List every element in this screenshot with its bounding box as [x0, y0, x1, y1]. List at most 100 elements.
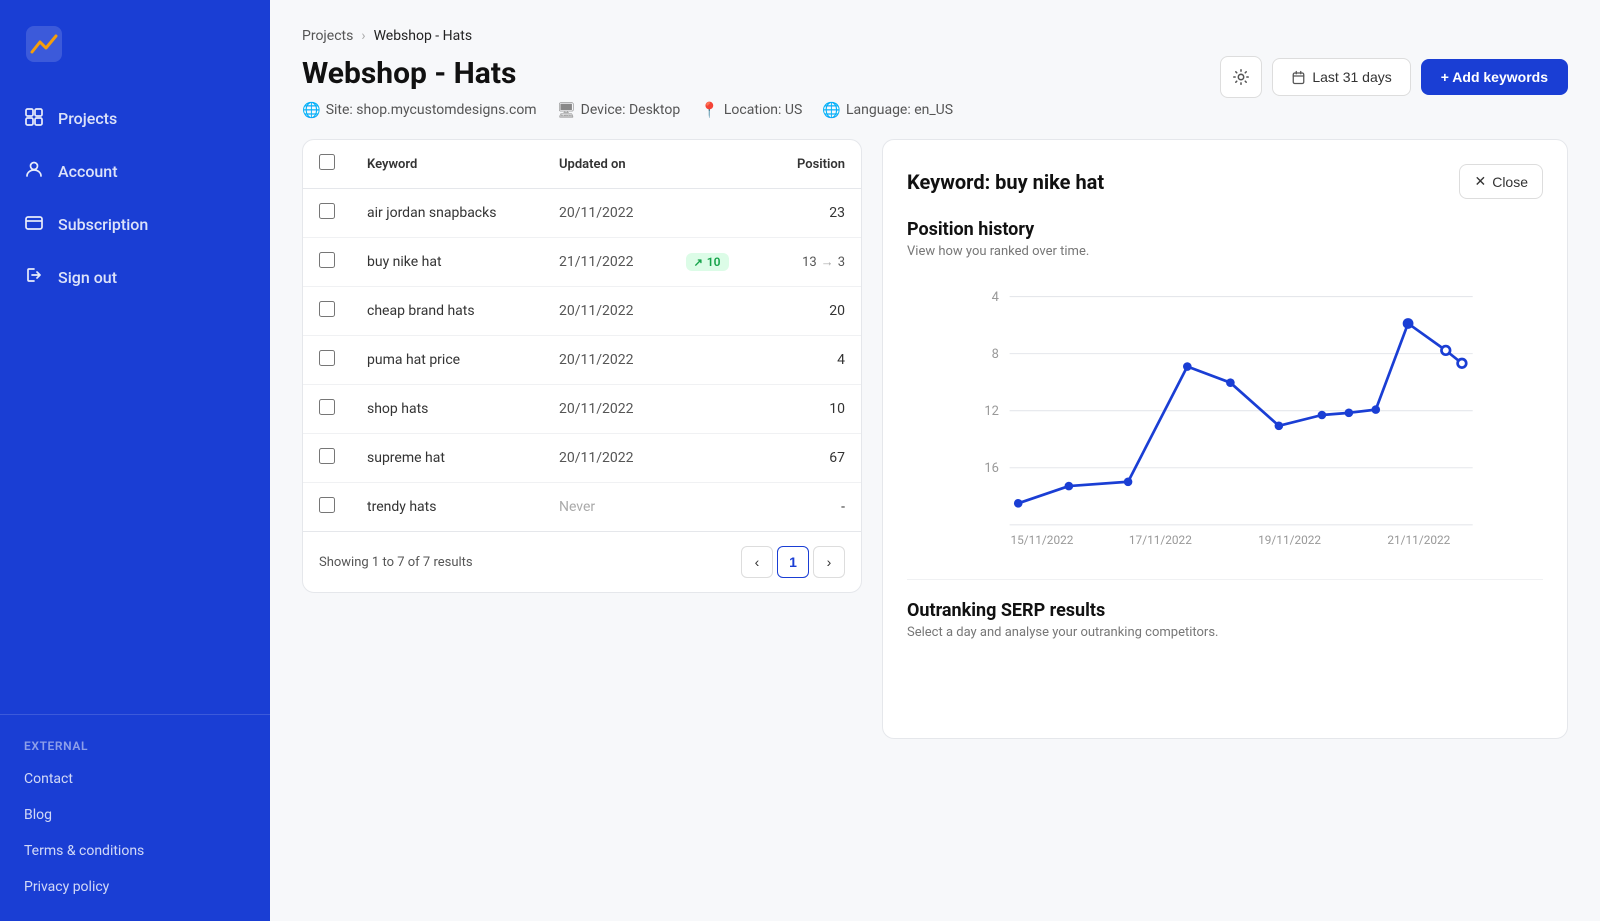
outranking-sub: Select a day and analyse your outranking…	[907, 625, 1543, 640]
page-title: Webshop - Hats	[302, 56, 953, 91]
detail-header: Keyword: buy nike hat ✕ Close	[907, 164, 1543, 199]
badge-cell	[670, 336, 766, 385]
badge-cell	[670, 385, 766, 434]
sidebar-item-signout[interactable]: Sign out	[0, 251, 270, 304]
meta-language: 🌐 Language: en_US	[822, 101, 953, 119]
position-chart: 4 8 12 16 15/11/2022 17/11/2022 19/11/20…	[907, 275, 1543, 555]
row-checkbox-2[interactable]	[319, 301, 335, 317]
svg-text:4: 4	[992, 290, 999, 305]
keyword-cell: supreme hat	[351, 434, 543, 483]
keyword-cell: air jordan snapbacks	[351, 189, 543, 238]
sidebar-item-subscription-label: Subscription	[58, 215, 148, 234]
privacy-link[interactable]: Privacy policy	[0, 869, 270, 905]
svg-text:15/11/2022: 15/11/2022	[1010, 533, 1073, 547]
add-keywords-button[interactable]: + Add keywords	[1421, 59, 1568, 95]
projects-icon	[24, 106, 44, 131]
position-history-sub: View how you ranked over time.	[907, 244, 1543, 259]
close-detail-button[interactable]: ✕ Close	[1459, 164, 1543, 199]
row-checkbox-3[interactable]	[319, 350, 335, 366]
sidebar-item-subscription[interactable]: Subscription	[0, 198, 270, 251]
prev-page-button[interactable]: ‹	[741, 546, 773, 578]
row-checkbox-4[interactable]	[319, 399, 335, 415]
badge-cell	[670, 287, 766, 336]
badge-cell	[670, 434, 766, 483]
date-range-label: Last 31 days	[1312, 69, 1391, 85]
select-all-checkbox[interactable]	[319, 154, 335, 170]
updated-cell: 21/11/2022	[543, 238, 670, 287]
detail-keyword-title: Keyword: buy nike hat	[907, 170, 1104, 194]
breadcrumb-projects[interactable]: Projects	[302, 28, 353, 44]
col-position-header: Position	[766, 140, 861, 189]
keywords-table: Keyword Updated on Position air jordan s…	[303, 140, 861, 531]
external-section-label: External	[0, 731, 270, 761]
date-range-button[interactable]: Last 31 days	[1272, 58, 1410, 96]
updated-cell: Never	[543, 483, 670, 532]
globe-icon: 🌐	[302, 101, 321, 119]
keywords-table-card: Keyword Updated on Position air jordan s…	[302, 139, 862, 593]
position-cell: 13 → 3	[766, 238, 861, 287]
sidebar-item-account[interactable]: Account	[0, 145, 270, 198]
monitor-icon: 🖥	[557, 101, 576, 119]
updated-cell: 20/11/2022	[543, 385, 670, 434]
pagination-row: Showing 1 to 7 of 7 results ‹ 1 ›	[303, 531, 861, 592]
logo-area	[0, 0, 270, 84]
table-row: supreme hat20/11/202267	[303, 434, 861, 483]
subscription-icon	[24, 212, 44, 237]
content-layout: Keyword Updated on Position air jordan s…	[302, 139, 1568, 739]
sidebar: Projects Account Subscription Sign out E…	[0, 0, 270, 921]
row-checkbox-5[interactable]	[319, 448, 335, 464]
page-header-left: Webshop - Hats 🌐 Site: shop.mycustomdesi…	[302, 56, 953, 119]
meta-device: 🖥 Device: Desktop	[557, 101, 681, 119]
position-badge: ↗ 10	[686, 253, 729, 271]
page-1-button[interactable]: 1	[777, 546, 809, 578]
blog-link[interactable]: Blog	[0, 797, 270, 833]
terms-link[interactable]: Terms & conditions	[0, 833, 270, 869]
main-content: Projects › Webshop - Hats Webshop - Hats…	[270, 0, 1600, 921]
next-page-button[interactable]: ›	[813, 546, 845, 578]
updated-cell: 20/11/2022	[543, 336, 670, 385]
position-cell: -	[766, 483, 861, 532]
table-row: air jordan snapbacks20/11/202223	[303, 189, 861, 238]
page-meta: 🌐 Site: shop.mycustomdesigns.com 🖥 Devic…	[302, 101, 953, 119]
detail-panel: Keyword: buy nike hat ✕ Close Position h…	[882, 139, 1568, 739]
sidebar-item-projects[interactable]: Projects	[0, 92, 270, 145]
app-logo	[24, 24, 64, 64]
keyword-cell: cheap brand hats	[351, 287, 543, 336]
page-header-actions: Last 31 days + Add keywords	[1220, 56, 1568, 98]
contact-link[interactable]: Contact	[0, 761, 270, 797]
svg-text:16: 16	[984, 461, 999, 476]
pagination-controls: ‹ 1 ›	[741, 546, 845, 578]
chart-svg: 4 8 12 16 15/11/2022 17/11/2022 19/11/20…	[907, 275, 1543, 555]
table-row: shop hats20/11/202210	[303, 385, 861, 434]
position-cell: 4	[766, 336, 861, 385]
table-row: buy nike hat21/11/2022 ↗ 10 13 → 3	[303, 238, 861, 287]
keyword-cell: trendy hats	[351, 483, 543, 532]
close-x-icon: ✕	[1474, 173, 1486, 190]
table-row: puma hat price20/11/20224	[303, 336, 861, 385]
sidebar-item-signout-label: Sign out	[58, 268, 117, 287]
outranking-section: Outranking SERP results Select a day and…	[907, 579, 1543, 640]
position-cell: 10	[766, 385, 861, 434]
keyword-cell: buy nike hat	[351, 238, 543, 287]
language-icon: 🌐	[822, 101, 841, 119]
results-count: Showing 1 to 7 of 7 results	[319, 555, 473, 570]
row-checkbox-0[interactable]	[319, 203, 335, 219]
col-badge-header	[670, 140, 766, 189]
badge-cell	[670, 483, 766, 532]
nav-items: Projects Account Subscription Sign out	[0, 84, 270, 714]
location-icon: 📍	[700, 101, 719, 119]
position-cell: 67	[766, 434, 861, 483]
row-checkbox-1[interactable]	[319, 252, 335, 268]
settings-button[interactable]	[1220, 56, 1262, 98]
row-checkbox-6[interactable]	[319, 497, 335, 513]
svg-text:21/11/2022: 21/11/2022	[1387, 533, 1450, 547]
svg-text:17/11/2022: 17/11/2022	[1129, 533, 1192, 547]
breadcrumb-current: Webshop - Hats	[374, 28, 473, 44]
position-history-title: Position history	[907, 219, 1543, 240]
position-change: 13 → 3	[802, 254, 845, 270]
page-header: Webshop - Hats 🌐 Site: shop.mycustomdesi…	[302, 56, 1568, 119]
svg-text:19/11/2022: 19/11/2022	[1258, 533, 1321, 547]
updated-cell: 20/11/2022	[543, 287, 670, 336]
sidebar-item-account-label: Account	[58, 162, 118, 181]
position-cell: 23	[766, 189, 861, 238]
